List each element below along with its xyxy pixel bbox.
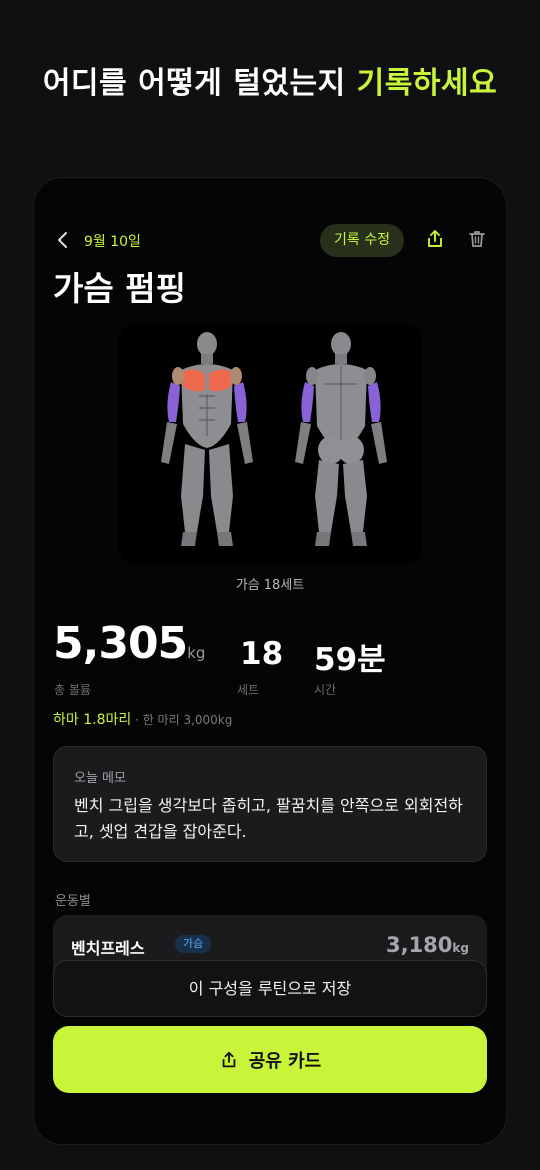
headline-text: 어디를 어떻게 털었는지	[42, 66, 357, 101]
headline-accent: 기록하세요	[356, 66, 498, 101]
body-map-caption: 가슴 18세트	[235, 578, 305, 593]
sets-count: 18	[240, 636, 284, 672]
edit-record-button[interactable]: 기록 수정	[320, 224, 404, 257]
total-volume-unit: kg	[187, 644, 206, 662]
workout-title: 가슴 펌핑	[53, 269, 186, 308]
memo-label: 오늘 메모	[74, 771, 126, 786]
memo-card: 오늘 메모 벤치 그립을 생각보다 좁히고, 팔꿈치를 안쪽으로 외회전하고, …	[53, 746, 487, 862]
muscle-tag: 가슴	[175, 935, 212, 953]
duration-label: 시간	[314, 683, 337, 697]
memo-text: 벤치 그립을 생각보다 좁히고, 팔꿈치를 안쪽으로 외회전하고, 셋업 견갑을…	[74, 796, 463, 841]
workout-date: 9월 10일	[84, 234, 141, 250]
exercise-name: 벤치프레스	[71, 939, 145, 958]
trash-icon[interactable]	[466, 228, 488, 250]
share-card-button[interactable]: 공유 카드	[53, 1026, 487, 1093]
muscle-map	[119, 324, 421, 564]
share-icon	[222, 1051, 236, 1067]
comparison-note: · 한 마리 3,000kg	[131, 713, 233, 727]
chevron-left-icon[interactable]	[54, 231, 72, 249]
exercise-volume-unit: kg	[452, 941, 469, 955]
back-body-figure	[295, 332, 387, 546]
phone-screen: 9월 10일 기록 수정 가슴 펌핑 가슴 18세트 5,305kg 총 볼륨 …	[34, 178, 506, 1144]
exercise-volume-value: 3,180	[385, 933, 453, 957]
comparison-highlight: 하마 1.8마리	[53, 712, 132, 728]
duration: 59분	[314, 642, 386, 678]
total-volume-label: 총 볼륨	[54, 683, 91, 697]
total-volume-value: 5,305	[53, 618, 188, 669]
sets-label: 세트	[237, 683, 260, 697]
exercise-volume: 3,180kg	[386, 933, 469, 957]
total-volume: 5,305kg	[53, 618, 205, 669]
share-card-label: 공유 카드	[248, 1050, 322, 1072]
muscle-map-figures	[161, 332, 387, 546]
share-icon[interactable]	[424, 228, 446, 250]
save-as-routine-button[interactable]: 이 구성을 루틴으로 저장	[53, 960, 487, 1017]
headline: 어디를 어떻게 털었는지 기록하세요	[0, 58, 540, 102]
front-body-figure	[161, 332, 253, 546]
top-bar: 9월 10일 기록 수정	[34, 222, 506, 257]
volume-comparison: 하마 1.8마리 · 한 마리 3,000kg	[53, 709, 232, 729]
exercises-section-label: 운동별	[55, 894, 91, 909]
